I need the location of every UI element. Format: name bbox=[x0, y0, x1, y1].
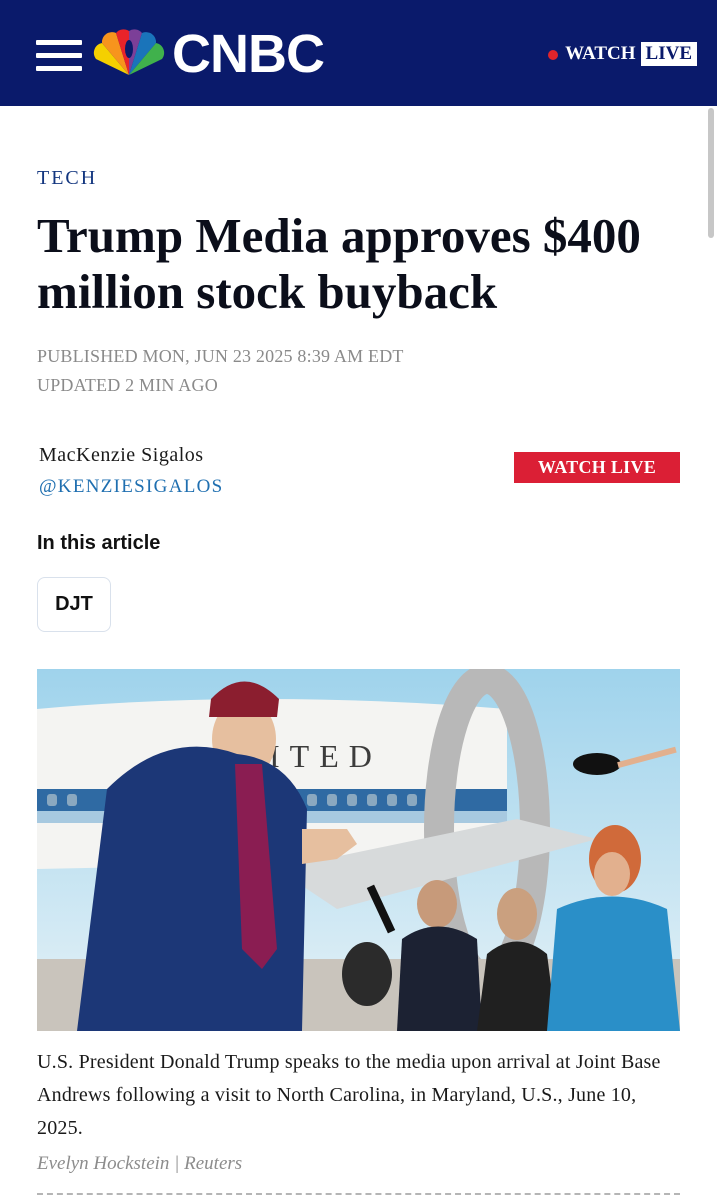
updated-time: UPDATED 2 MIN AGO bbox=[37, 375, 218, 395]
author-name[interactable]: MacKenzie Sigalos bbox=[39, 444, 204, 467]
aircraft-lettering: ITED bbox=[269, 738, 382, 774]
headline-line-2: million stock buyback bbox=[37, 264, 498, 319]
top-nav-bar: CNBC WATCH LIVE bbox=[0, 0, 717, 106]
watch-live-button[interactable]: WATCH LIVE bbox=[514, 452, 680, 483]
headline-line-1: Trump Media approves $400 bbox=[37, 208, 641, 263]
divider bbox=[37, 1193, 680, 1195]
brand-wordmark: CNBC bbox=[172, 24, 325, 84]
cnbc-logo[interactable]: CNBC bbox=[90, 24, 325, 84]
watch-live-header-link[interactable]: WATCH LIVE bbox=[548, 42, 697, 66]
live-badge: LIVE bbox=[640, 42, 697, 66]
published-time: PUBLISHED MON, JUN 23 2025 8:39 AM EDT bbox=[37, 346, 404, 366]
watch-label: WATCH bbox=[565, 43, 636, 64]
page-scrollbar[interactable] bbox=[708, 108, 714, 238]
in-this-article-heading: In this article bbox=[37, 532, 161, 554]
article-headline: Trump Media approves $400 million stock … bbox=[37, 208, 687, 320]
image-caption: U.S. President Donald Trump speaks to th… bbox=[37, 1051, 661, 1139]
ticker-chip-djt[interactable]: DJT bbox=[37, 577, 111, 632]
section-label[interactable]: TECH bbox=[37, 167, 97, 190]
image-credit: Evelyn Hockstein | Reuters bbox=[37, 1153, 243, 1174]
menu-icon[interactable] bbox=[36, 40, 82, 72]
nbc-peacock-icon bbox=[93, 29, 165, 75]
live-dot-icon bbox=[548, 50, 559, 60]
article-photo[interactable]: ITED bbox=[37, 669, 680, 1031]
article-timestamps: PUBLISHED MON, JUN 23 2025 8:39 AM EDT U… bbox=[37, 342, 404, 400]
author-handle[interactable]: @KENZIESIGALOS bbox=[39, 476, 224, 498]
